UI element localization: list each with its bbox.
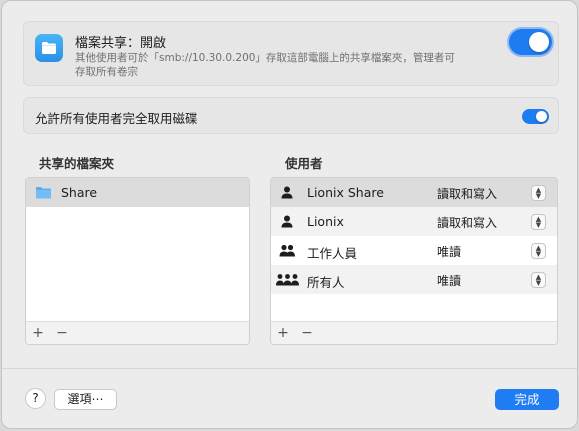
user-row[interactable]: 所有人 唯讀 ▲ ▼: [271, 265, 557, 294]
users-footer: + −: [271, 321, 557, 344]
full-disk-access-label: 允許所有使用者完全取用磁碟: [35, 111, 198, 126]
shared-folder-row[interactable]: Share: [26, 178, 249, 207]
user-name: 所有人: [307, 275, 345, 290]
footer-divider: [2, 368, 577, 369]
user-row[interactable]: 工作人員 唯讀 ▲ ▼: [271, 236, 557, 265]
remove-user-button[interactable]: −: [300, 325, 314, 341]
permission-stepper[interactable]: ▲ ▼: [531, 243, 546, 259]
file-sharing-folder-icon: [35, 34, 63, 62]
shared-folders-title: 共享的檔案夾: [39, 156, 115, 171]
file-sharing-sheet: 檔案共享：開啟 其他使用者可於「smb://10.30.0.200」存取這部電腦…: [1, 0, 578, 429]
user-permission[interactable]: 讀取和寫入: [437, 214, 497, 231]
group-icon: [279, 244, 295, 257]
user-name: Lionix: [307, 214, 344, 229]
user-name: Lionix Share: [307, 185, 384, 200]
user-row[interactable]: Lionix 讀取和寫入 ▲ ▼: [271, 207, 557, 236]
user-permission[interactable]: 讀取和寫入: [437, 185, 497, 202]
done-button[interactable]: 完成: [495, 389, 559, 410]
full-disk-access-toggle[interactable]: [522, 109, 549, 124]
add-user-button[interactable]: +: [276, 325, 290, 341]
permission-stepper[interactable]: ▲ ▼: [531, 214, 546, 230]
full-disk-access-row: 允許所有使用者完全取用磁碟: [23, 97, 559, 134]
help-button[interactable]: ?: [25, 388, 46, 409]
file-sharing-header: 檔案共享：開啟 其他使用者可於「smb://10.30.0.200」存取這部電腦…: [23, 21, 559, 86]
permission-stepper[interactable]: ▲ ▼: [531, 185, 546, 201]
shared-folder-label: Share: [61, 185, 98, 200]
shared-folders-list: Share + −: [25, 177, 250, 345]
user-permission[interactable]: 唯讀: [437, 243, 461, 260]
toggle-knob: [529, 32, 549, 52]
user-name: 工作人員: [307, 246, 358, 261]
options-button[interactable]: 選項⋯: [54, 389, 117, 410]
remove-folder-button[interactable]: −: [55, 325, 69, 341]
file-sharing-toggle[interactable]: [509, 29, 552, 55]
file-sharing-description: 其他使用者可於「smb://10.30.0.200」存取這部電腦上的共享檔案夾，…: [75, 52, 455, 78]
users-list: Lionix Share 讀取和寫入 ▲ ▼ Lionix 讀取和寫入 ▲ ▼ 工作…: [270, 177, 558, 345]
everyone-icon: [276, 274, 299, 286]
user-permission[interactable]: 唯讀: [437, 272, 461, 289]
add-folder-button[interactable]: +: [31, 325, 45, 341]
permission-stepper[interactable]: ▲ ▼: [531, 272, 546, 288]
person-icon: [281, 186, 293, 199]
toggle-knob: [536, 111, 547, 122]
user-row[interactable]: Lionix Share 讀取和寫入 ▲ ▼: [271, 178, 557, 207]
users-title: 使用者: [285, 156, 323, 171]
shared-folders-footer: + −: [26, 321, 249, 344]
file-sharing-title: 檔案共享：開啟: [75, 36, 167, 51]
person-icon: [281, 215, 293, 228]
folder-icon: [36, 187, 51, 199]
